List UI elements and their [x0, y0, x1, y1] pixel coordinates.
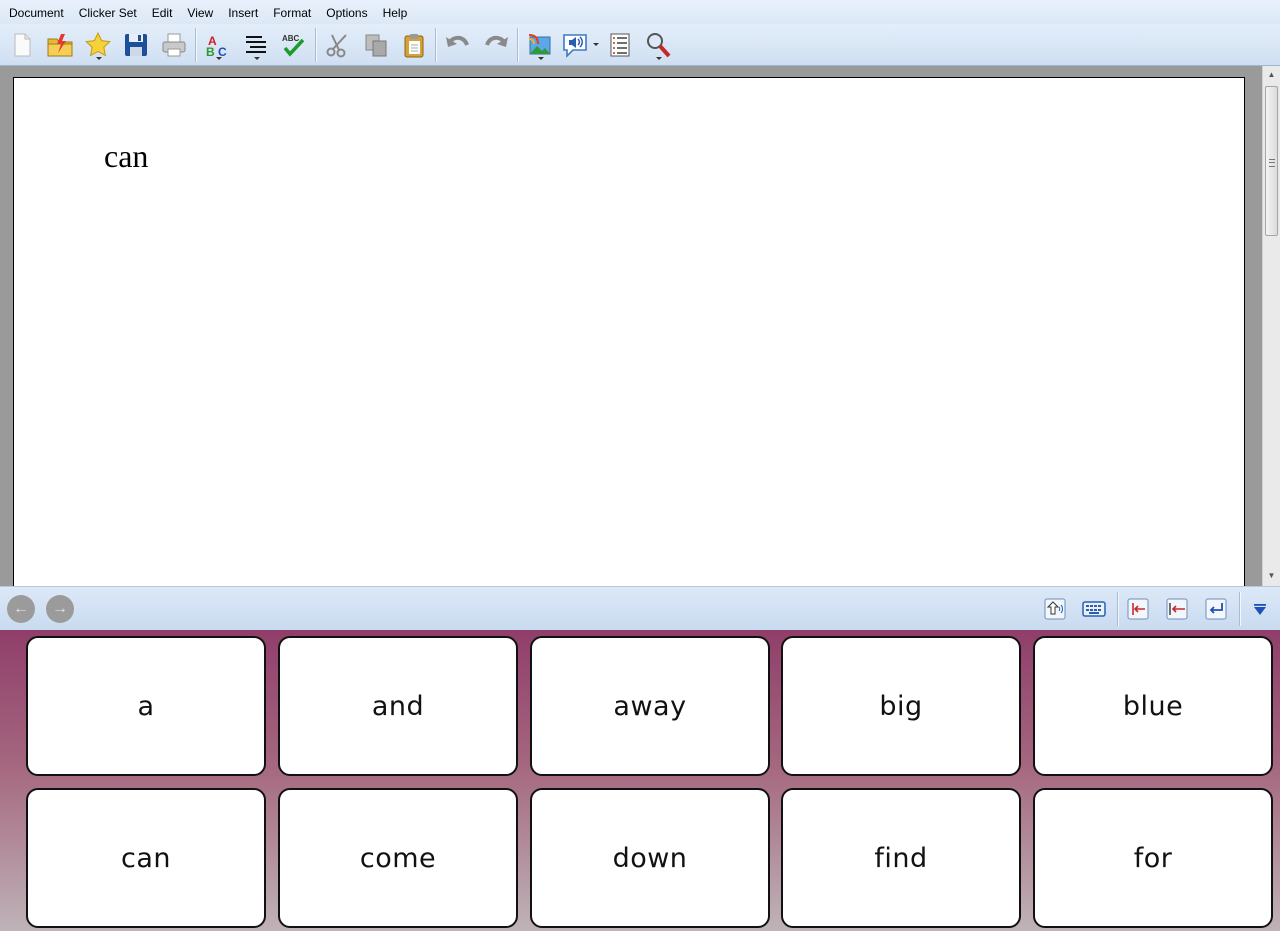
clicker-grid: a and away big blue can come down find f…	[0, 630, 1280, 931]
new-document-icon	[14, 33, 31, 56]
document-text[interactable]: can	[104, 138, 148, 175]
copy-icon	[365, 34, 387, 56]
menu-help[interactable]: Help	[375, 1, 415, 23]
toolbar-separator	[435, 27, 437, 62]
grid-cell-a[interactable]: a	[26, 636, 266, 776]
print-icon	[162, 33, 186, 56]
svg-text:B: B	[206, 45, 215, 59]
back-button[interactable]: ←	[7, 595, 35, 623]
grid-cell-away[interactable]: away	[530, 636, 770, 776]
grid-cell-come[interactable]: come	[278, 788, 518, 928]
zoom-button[interactable]	[639, 27, 677, 63]
redo-button[interactable]	[477, 27, 515, 63]
zoom-icon	[647, 32, 671, 57]
save-button[interactable]	[117, 27, 155, 63]
document-page[interactable]: can	[13, 77, 1245, 586]
toolbar-separator	[517, 27, 519, 62]
speech-icon	[563, 33, 587, 58]
document-area: can	[0, 66, 1262, 586]
print-button[interactable]	[155, 27, 193, 63]
back-arrow-icon: ←	[13, 600, 29, 617]
paste-button[interactable]	[395, 27, 433, 63]
align-icon	[246, 35, 266, 53]
backspace-icon	[1166, 598, 1188, 620]
grid-cell-find[interactable]: find	[781, 788, 1021, 928]
insert-picture-button[interactable]	[521, 27, 559, 63]
forward-button[interactable]: →	[46, 595, 74, 623]
spell-check-icon: ABC	[282, 34, 305, 57]
toolbar-separator	[195, 27, 197, 62]
menu-clicker-set[interactable]: Clicker Set	[71, 1, 144, 23]
cut-button[interactable]	[319, 27, 357, 63]
nav-separator	[1239, 592, 1241, 626]
speech-dropdown[interactable]	[591, 27, 601, 63]
scrollbar-grip	[1269, 159, 1275, 167]
speak-cell-icon	[1044, 598, 1066, 620]
grid-nav-bar: ← →	[0, 586, 1280, 630]
open-icon	[47, 33, 73, 56]
spellcheck-icon: AB C	[206, 34, 227, 59]
forward-arrow-icon: →	[52, 600, 68, 617]
svg-text:ABC: ABC	[282, 34, 300, 43]
toolbar: ABC ABC	[0, 24, 1280, 66]
keyboard-icon	[1082, 601, 1106, 617]
nav-separator	[1117, 592, 1119, 626]
backspace-button[interactable]	[1163, 595, 1191, 623]
menu-insert[interactable]: Insert	[220, 1, 265, 23]
favourites-button[interactable]	[79, 27, 117, 63]
undo-button[interactable]	[439, 27, 477, 63]
collapse-grid-button[interactable]	[1246, 595, 1274, 623]
redo-icon	[485, 35, 508, 47]
vertical-scrollbar[interactable]: ▲ ▼	[1262, 66, 1280, 586]
toolbar-separator	[315, 27, 317, 62]
word-list-icon	[610, 33, 630, 56]
cut-icon	[326, 33, 347, 57]
tab-icon	[1127, 598, 1149, 620]
menu-bar: Document Clicker Set Edit View Insert Fo…	[0, 0, 1280, 24]
save-icon	[125, 33, 147, 56]
align-button[interactable]	[237, 27, 275, 63]
menu-document[interactable]: Document	[0, 1, 71, 23]
keyboard-button[interactable]	[1080, 595, 1108, 623]
grid-cell-can[interactable]: can	[26, 788, 266, 928]
open-button[interactable]	[41, 27, 79, 63]
scroll-down-arrow[interactable]: ▼	[1263, 567, 1280, 584]
grid-cell-blue[interactable]: blue	[1033, 636, 1273, 776]
menu-view[interactable]: View	[179, 1, 220, 23]
speech-button[interactable]	[559, 27, 591, 63]
menu-edit[interactable]: Edit	[144, 1, 180, 23]
grid-cell-for[interactable]: for	[1033, 788, 1273, 928]
word-list-button[interactable]	[601, 27, 639, 63]
grid-cell-big[interactable]: big	[781, 636, 1021, 776]
undo-icon	[446, 35, 469, 47]
enter-icon	[1205, 598, 1227, 620]
scroll-up-arrow[interactable]: ▲	[1263, 66, 1280, 83]
speak-cell-button[interactable]	[1041, 595, 1069, 623]
menu-format[interactable]: Format	[265, 1, 318, 23]
new-document-button[interactable]	[3, 27, 41, 63]
grid-cell-and[interactable]: and	[278, 636, 518, 776]
scrollbar-thumb[interactable]	[1265, 86, 1278, 236]
menu-options[interactable]: Options	[318, 1, 374, 23]
collapse-icon	[1254, 604, 1266, 615]
favourites-icon	[85, 31, 111, 56]
spellcheck-button[interactable]: ABC	[199, 27, 237, 63]
tab-button[interactable]	[1124, 595, 1152, 623]
enter-button[interactable]	[1202, 595, 1230, 623]
paste-icon	[404, 33, 424, 57]
grid-cell-down[interactable]: down	[530, 788, 770, 928]
spell-check-button[interactable]: ABC	[275, 27, 313, 63]
insert-picture-icon	[528, 33, 551, 54]
copy-button[interactable]	[357, 27, 395, 63]
